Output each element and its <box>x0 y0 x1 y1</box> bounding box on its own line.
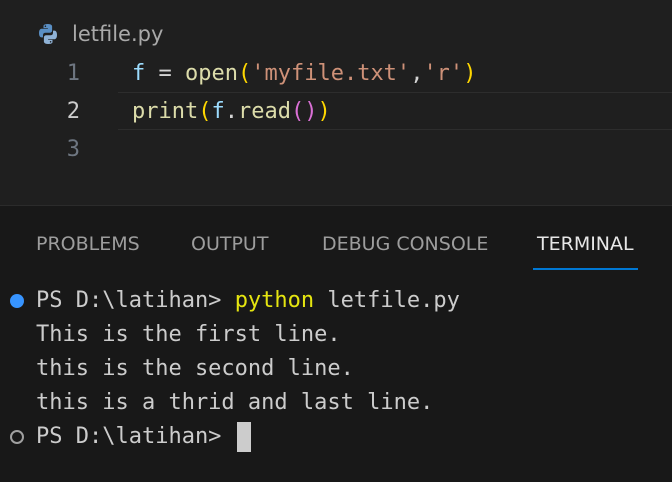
terminal-output-line: this is the second line. <box>36 356 354 381</box>
code-line-1[interactable]: 1 f = open('myfile.txt','r') <box>0 54 672 92</box>
code-token: open <box>185 60 238 86</box>
terminal-command: python <box>234 288 315 313</box>
line-code[interactable]: f = open('myfile.txt','r') <box>132 61 476 86</box>
code-editor[interactable]: letfile.py 1 f = open('myfile.txt','r') … <box>0 0 672 205</box>
terminal-output-line: this is a thrid and last line. <box>36 390 434 415</box>
bottom-panel: PROBLEMS OUTPUT DEBUG CONSOLE TERMINAL P… <box>0 205 672 482</box>
tab-debug-console[interactable]: DEBUG CONSOLE <box>322 224 488 270</box>
code-token: = <box>145 60 185 86</box>
code-token: ) <box>317 98 331 124</box>
code-token: ) <box>463 60 477 86</box>
python-icon <box>39 24 57 44</box>
terminal-command-line: PS D:\latihan> python letfile.py <box>36 284 460 318</box>
code-token: , <box>410 60 424 86</box>
tab-problems[interactable]: PROBLEMS <box>36 224 140 270</box>
tab-output[interactable]: OUTPUT <box>191 224 268 270</box>
tab-terminal[interactable]: TERMINAL <box>533 224 638 270</box>
code-token: read <box>237 98 291 124</box>
terminal-prompt: PS D:\latihan> <box>36 424 235 449</box>
breadcrumb[interactable]: letfile.py <box>36 19 163 49</box>
terminal-args: letfile.py <box>314 288 460 313</box>
circle-hollow-icon[interactable] <box>10 430 24 444</box>
code-token: ( <box>198 98 212 124</box>
line-number: 3 <box>66 136 80 162</box>
terminal-prompt: PS D:\latihan> <box>36 288 235 313</box>
terminal-output-line: This is the first line. <box>36 322 341 347</box>
line-code[interactable]: print(f.read()) <box>132 99 331 124</box>
terminal-prompt-line[interactable]: PS D:\latihan> <box>36 420 251 454</box>
code-line-2[interactable]: 2 print(f.read()) <box>0 92 672 130</box>
panel-tabs: PROBLEMS OUTPUT DEBUG CONSOLE TERMINAL <box>0 224 672 270</box>
code-line-3[interactable]: 3 <box>0 130 672 168</box>
code-token: () <box>290 98 318 124</box>
code-token: . <box>224 98 238 124</box>
code-token: print <box>132 98 199 124</box>
code-token: 'r' <box>423 60 464 86</box>
breadcrumb-filename[interactable]: letfile.py <box>72 22 163 46</box>
line-number: 1 <box>66 60 80 86</box>
vscode-window: letfile.py 1 f = open('myfile.txt','r') … <box>0 0 672 482</box>
terminal-output[interactable]: PS D:\latihan> python letfile.py This is… <box>0 284 672 474</box>
code-token: f <box>132 60 146 86</box>
terminal-cursor <box>236 422 251 452</box>
circle-filled-icon[interactable] <box>10 294 24 308</box>
line-number: 2 <box>66 98 80 124</box>
code-token: f <box>211 98 225 124</box>
code-token: 'myfile.txt' <box>251 60 411 86</box>
code-token: ( <box>237 60 252 86</box>
